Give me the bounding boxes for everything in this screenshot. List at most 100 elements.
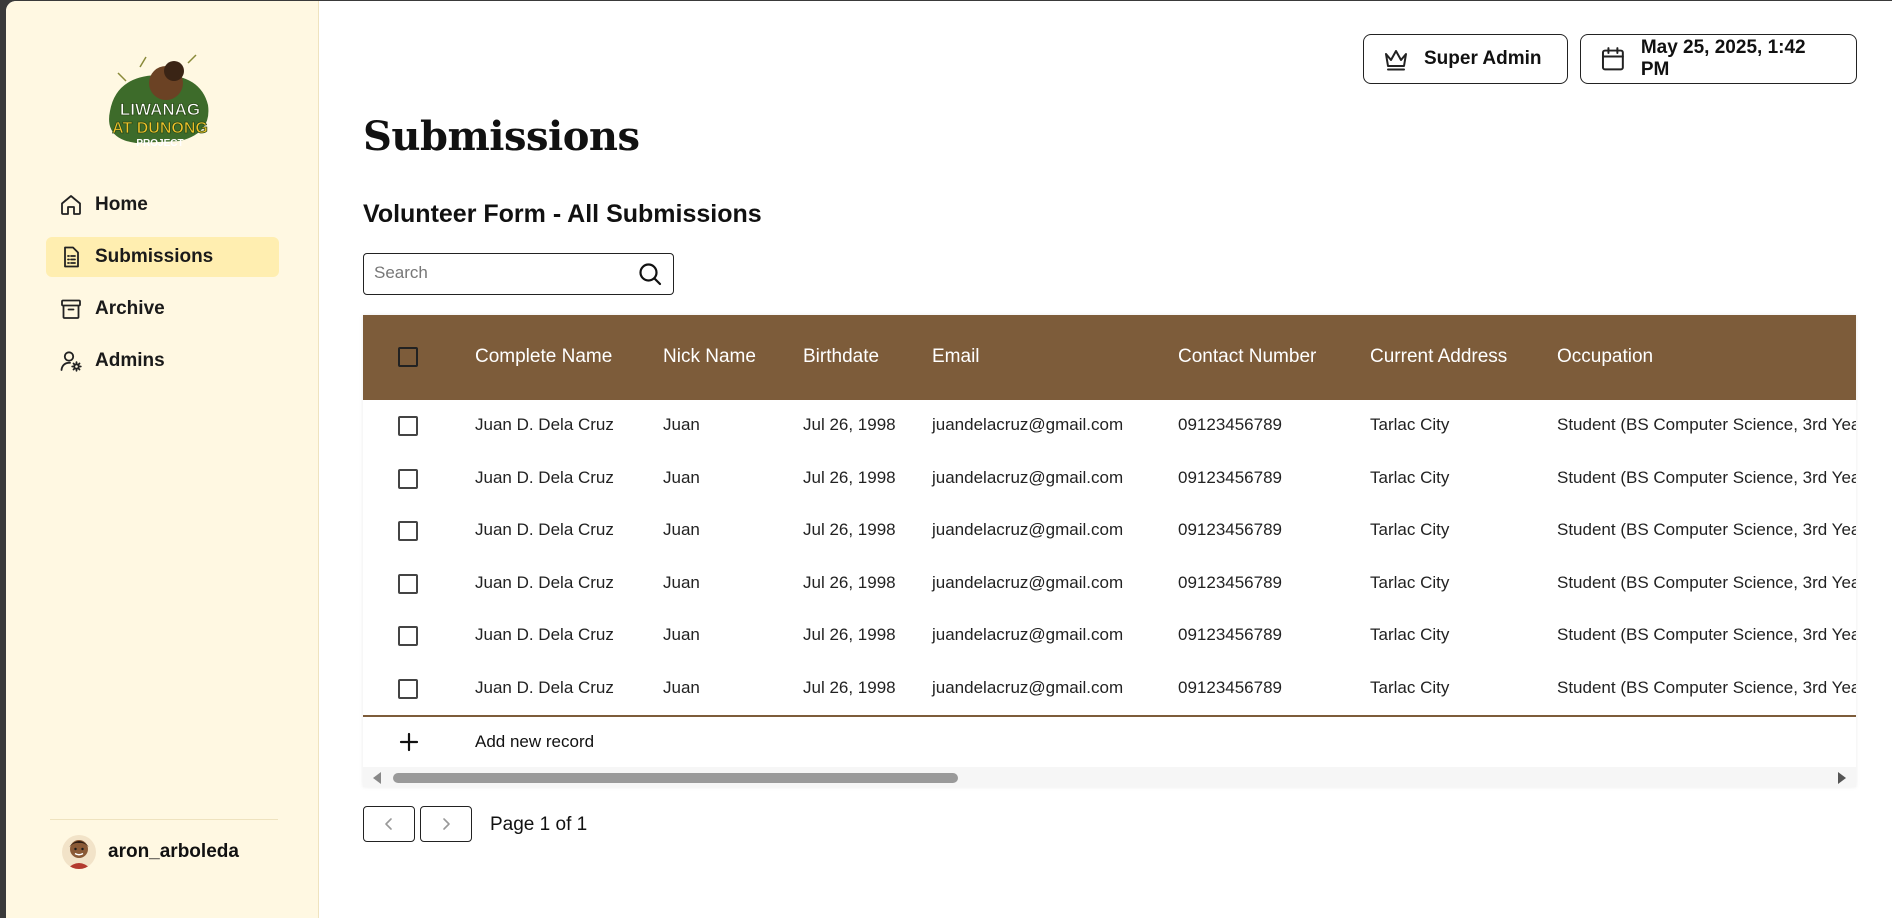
logo-line-1: LIWANAG: [120, 100, 200, 119]
row-checkbox[interactable]: [398, 469, 418, 489]
cell-current-address: Tarlac City: [1370, 468, 1450, 487]
crown-icon: [1385, 50, 1407, 71]
scroll-right-arrow-icon[interactable]: [1838, 772, 1846, 784]
cell-contact-number: 09123456789: [1178, 573, 1283, 592]
cell-complete-name: Juan D. Dela Cruz: [475, 625, 614, 644]
sidebar-item-admins[interactable]: Admins: [46, 341, 279, 381]
table-row[interactable]: Juan D. Dela Cruz Juan Jul 26, 1998 juan…: [363, 453, 1856, 505]
username: aron_arboleda: [108, 841, 239, 862]
search-box: [363, 253, 674, 295]
cell-current-address: Tarlac City: [1370, 415, 1450, 434]
column-header-contact-number[interactable]: Contact Number: [1178, 346, 1316, 368]
table-row[interactable]: Juan D. Dela Cruz Juan Jul 26, 1998 juan…: [363, 610, 1856, 662]
cell-email: juandelacruz@gmail.com: [932, 520, 1124, 539]
logo-line-2: AT DUNONG: [112, 120, 208, 137]
cell-email: juandelacruz@gmail.com: [932, 573, 1124, 592]
cell-contact-number: 09123456789: [1178, 625, 1283, 644]
table-row[interactable]: Juan D. Dela Cruz Juan Jul 26, 1998 juan…: [363, 505, 1856, 557]
cell-current-address: Tarlac City: [1370, 678, 1450, 697]
sidebar: LIWANAG AT DUNONG PROJECT Home Submissio…: [6, 1, 319, 918]
table-row[interactable]: Juan D. Dela Cruz Juan Jul 26, 1998 juan…: [363, 400, 1856, 452]
datetime-badge[interactable]: May 25, 2025, 1:42 PM: [1580, 34, 1857, 84]
sidebar-item-archive[interactable]: Archive: [46, 289, 279, 329]
row-checkbox[interactable]: [398, 521, 418, 541]
scroll-left-arrow-icon[interactable]: [373, 772, 381, 784]
scrollbar-thumb[interactable]: [393, 773, 958, 783]
role-badge[interactable]: Super Admin: [1363, 34, 1568, 84]
sidebar-item-home[interactable]: Home: [46, 185, 279, 225]
cell-contact-number: 09123456789: [1178, 520, 1283, 539]
cell-birthdate: Jul 26, 1998: [803, 520, 896, 539]
sidebar-item-label: Archive: [95, 298, 165, 319]
cell-contact-number: 09123456789: [1178, 468, 1283, 487]
cell-birthdate: Jul 26, 1998: [803, 415, 896, 434]
user-profile[interactable]: aron_arboleda: [50, 819, 278, 884]
cell-email: juandelacruz@gmail.com: [932, 415, 1124, 434]
cell-occupation: Student (BS Computer Science, 3rd Year): [1557, 468, 1856, 487]
plus-icon[interactable]: [398, 731, 420, 753]
select-all-checkbox[interactable]: [398, 347, 418, 367]
column-header-email[interactable]: Email: [932, 346, 980, 368]
add-record-label[interactable]: Add new record: [475, 732, 594, 752]
cell-occupation: Student (BS Computer Science, 3rd Year): [1557, 678, 1856, 697]
cell-birthdate: Jul 26, 1998: [803, 573, 896, 592]
table-row[interactable]: Juan D. Dela Cruz Juan Jul 26, 1998 juan…: [363, 663, 1856, 715]
cell-occupation: Student (BS Computer Science, 3rd Year): [1557, 415, 1856, 434]
cell-email: juandelacruz@gmail.com: [932, 468, 1124, 487]
sidebar-item-label: Home: [95, 194, 148, 215]
row-checkbox[interactable]: [398, 626, 418, 646]
previous-page-button[interactable]: [363, 806, 415, 842]
cell-birthdate: Jul 26, 1998: [803, 625, 896, 644]
cell-complete-name: Juan D. Dela Cruz: [475, 678, 614, 697]
form-subtitle: Volunteer Form - All Submissions: [363, 200, 762, 228]
add-record-row[interactable]: Add new record: [363, 715, 1856, 769]
cell-current-address: Tarlac City: [1370, 625, 1450, 644]
cell-nick-name: Juan: [663, 573, 700, 592]
cell-occupation: Student (BS Computer Science, 3rd Year): [1557, 573, 1856, 592]
row-checkbox[interactable]: [398, 679, 418, 699]
table-row[interactable]: Juan D. Dela Cruz Juan Jul 26, 1998 juan…: [363, 558, 1856, 610]
cell-occupation: Student (BS Computer Science, 3rd Year): [1557, 625, 1856, 644]
column-header-nick-name[interactable]: Nick Name: [663, 346, 756, 368]
cell-contact-number: 09123456789: [1178, 415, 1283, 434]
column-header-complete-name[interactable]: Complete Name: [475, 346, 612, 368]
page-title: Submissions: [363, 113, 640, 160]
cell-email: juandelacruz@gmail.com: [932, 678, 1124, 697]
cell-nick-name: Juan: [663, 468, 700, 487]
cell-contact-number: 09123456789: [1178, 678, 1283, 697]
column-header-birthdate[interactable]: Birthdate: [803, 346, 879, 368]
document-list-icon: [58, 244, 84, 270]
search-input[interactable]: [364, 254, 624, 292]
row-checkbox[interactable]: [398, 416, 418, 436]
cell-complete-name: Juan D. Dela Cruz: [475, 573, 614, 592]
submissions-table: Complete Name Nick Name Birthdate Email …: [363, 315, 1856, 787]
column-header-occupation[interactable]: Occupation: [1557, 346, 1653, 368]
next-page-button[interactable]: [420, 806, 472, 842]
horizontal-scrollbar[interactable]: [363, 767, 1856, 787]
sidebar-item-submissions[interactable]: Submissions: [46, 237, 279, 277]
cell-birthdate: Jul 26, 1998: [803, 468, 896, 487]
page-indicator: Page 1 of 1: [490, 814, 588, 835]
app-window: LIWANAG AT DUNONG PROJECT Home Submissio…: [6, 1, 1892, 918]
cell-occupation: Student (BS Computer Science, 3rd Year): [1557, 520, 1856, 539]
cell-complete-name: Juan D. Dela Cruz: [475, 468, 614, 487]
sidebar-item-label: Submissions: [95, 246, 214, 267]
chevron-left-icon: [385, 818, 392, 830]
sidebar-item-label: Admins: [95, 350, 165, 371]
cell-current-address: Tarlac City: [1370, 573, 1450, 592]
search-icon[interactable]: [637, 261, 663, 287]
cell-nick-name: Juan: [663, 678, 700, 697]
archive-box-icon: [58, 296, 84, 322]
cell-current-address: Tarlac City: [1370, 520, 1450, 539]
cell-email: juandelacruz@gmail.com: [932, 625, 1124, 644]
table-header: Complete Name Nick Name Birthdate Email …: [363, 315, 1856, 400]
user-gear-icon: [58, 348, 84, 374]
column-header-current-address[interactable]: Current Address: [1370, 346, 1507, 368]
row-checkbox[interactable]: [398, 574, 418, 594]
cell-nick-name: Juan: [663, 415, 700, 434]
cell-complete-name: Juan D. Dela Cruz: [475, 415, 614, 434]
cell-nick-name: Juan: [663, 625, 700, 644]
home-icon: [58, 192, 84, 218]
chevron-right-icon: [443, 818, 450, 830]
project-logo[interactable]: LIWANAG AT DUNONG PROJECT: [96, 49, 224, 157]
